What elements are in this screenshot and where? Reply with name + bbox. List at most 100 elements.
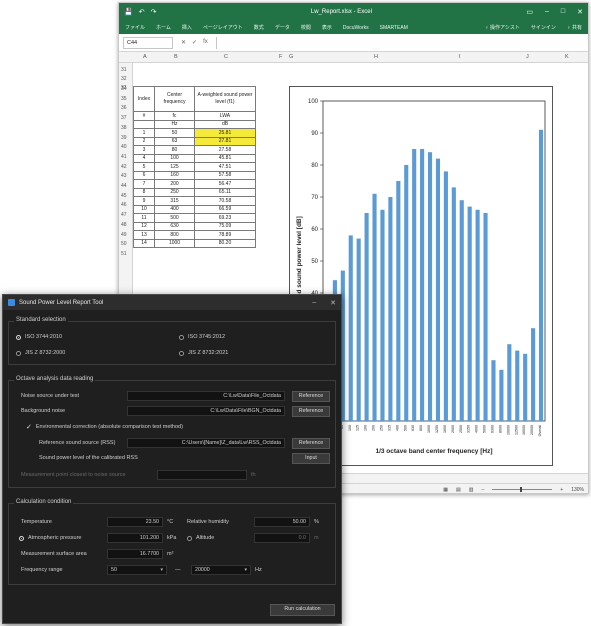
row-header[interactable]: 31	[121, 67, 127, 73]
row-header[interactable]: 49	[121, 232, 127, 238]
column-header[interactable]: C	[224, 54, 228, 60]
row-header[interactable]: 45	[121, 193, 127, 199]
row-header[interactable]: 34	[121, 86, 127, 92]
table-cell[interactable]: 10	[133, 204, 155, 214]
zoom-out-icon[interactable]: –	[482, 487, 485, 493]
background-noise-path-field[interactable]: C:\Lw\Data\File\BGN_Octdata	[127, 406, 285, 416]
table-cell[interactable]: 8	[133, 187, 155, 197]
tab-file[interactable]: ファイル	[125, 24, 145, 31]
table-cell[interactable]: 11	[133, 213, 155, 223]
header-cell[interactable]: A-weighted sound power level (f1)	[194, 86, 256, 112]
row-header[interactable]: 47	[121, 212, 127, 218]
tab-formulas[interactable]: 数式	[254, 24, 264, 31]
insert-function-icon[interactable]: fx	[203, 39, 208, 46]
pressure-field[interactable]: 101.200	[107, 533, 163, 543]
normal-view-icon[interactable]: ▦	[443, 487, 448, 493]
table-cell[interactable]: 57.58	[194, 170, 256, 180]
symbol-cell[interactable]: #	[133, 111, 155, 121]
row-header[interactable]: 38	[121, 125, 127, 131]
table-cell[interactable]: 12	[133, 221, 155, 231]
row-header[interactable]: 48	[121, 222, 127, 228]
table-cell[interactable]: 75.09	[194, 221, 256, 231]
page-layout-icon[interactable]: ▤	[456, 487, 461, 493]
row-header[interactable]: 39	[121, 135, 127, 141]
background-noise-reference-button[interactable]: Reference	[292, 406, 330, 417]
symbol-cell[interactable]: LWA	[194, 111, 256, 121]
table-cell[interactable]: 69.23	[194, 213, 256, 223]
row-header[interactable]: 41	[121, 154, 127, 160]
row-header[interactable]: 35	[121, 96, 127, 102]
save-icon[interactable]: 💾	[124, 8, 133, 16]
column-header[interactable]: F	[279, 54, 282, 60]
rss-path-field[interactable]: C:\Users\[Name]\Z_data\Lw\RSS_Octdata	[127, 438, 285, 448]
row-header[interactable]: 40	[121, 144, 127, 150]
table-cell[interactable]: 7	[133, 179, 155, 189]
table-cell[interactable]: 800	[154, 230, 195, 240]
row-header[interactable]: 36	[121, 105, 127, 111]
radio-jis-2021[interactable]: JIS Z 8732:2021	[179, 350, 228, 356]
table-cell[interactable]: 125	[154, 162, 195, 172]
tab-review[interactable]: 校閲	[301, 24, 311, 31]
table-cell[interactable]: 1000	[154, 238, 195, 248]
symbol-cell[interactable]: fc	[154, 111, 195, 121]
unit-cell[interactable]: Hz	[154, 119, 195, 129]
table-cell[interactable]: 80.20	[194, 238, 256, 248]
closest-point-select[interactable]	[157, 470, 247, 480]
formula-input[interactable]	[215, 36, 584, 49]
rss-reference-button[interactable]: Reference	[292, 438, 330, 449]
table-cell[interactable]: 250	[154, 187, 195, 197]
name-box[interactable]: C44	[123, 36, 173, 49]
radio-jis-2000[interactable]: JIS Z 8732:2000	[16, 350, 65, 356]
row-header[interactable]: 44	[121, 183, 127, 189]
table-cell[interactable]: 200	[154, 179, 195, 189]
tab-home[interactable]: ホーム	[156, 24, 171, 31]
minimize-button[interactable]: –	[312, 299, 316, 307]
header-cell[interactable]: Index	[133, 86, 155, 112]
env-correction-checkbox[interactable]: ✓ Environmental correction (absolute com…	[26, 423, 183, 431]
run-calculation-button[interactable]: Run calculation	[270, 604, 335, 616]
radio-altitude[interactable]: Altitude	[187, 535, 214, 541]
input-button[interactable]: Input	[292, 453, 330, 464]
close-button[interactable]: ✕	[577, 8, 583, 16]
table-cell[interactable]: 6	[133, 170, 155, 180]
tab-view[interactable]: 表示	[322, 24, 332, 31]
radio-iso-3745[interactable]: ISO 3745:2012	[179, 334, 225, 340]
table-cell[interactable]: 9	[133, 196, 155, 206]
radio-iso-3744[interactable]: ISO 3744:2010	[16, 334, 62, 340]
sign-in-link[interactable]: サインイン	[531, 24, 556, 31]
table-cell[interactable]: 630	[154, 221, 195, 231]
column-header[interactable]: J	[526, 54, 529, 60]
maximize-button[interactable]: □	[561, 8, 565, 16]
zoom-slider-knob[interactable]	[520, 487, 523, 492]
unit-cell[interactable]: dB	[194, 119, 256, 129]
table-cell[interactable]: 56.47	[194, 179, 256, 189]
temperature-field[interactable]: 23.50	[107, 517, 163, 527]
unit-cell[interactable]	[133, 119, 155, 129]
table-cell[interactable]: 160	[154, 170, 195, 180]
table-cell[interactable]: 400	[154, 204, 195, 214]
table-cell[interactable]: 78.89	[194, 230, 256, 240]
row-header[interactable]: 51	[121, 251, 127, 257]
column-header[interactable]: A	[143, 54, 147, 60]
table-cell[interactable]: 2	[133, 136, 155, 146]
table-cell[interactable]: 1	[133, 128, 155, 138]
zoom-slider[interactable]	[492, 487, 553, 492]
column-header[interactable]: H	[374, 54, 378, 60]
tab-docuworks[interactable]: DocuWorks	[343, 25, 369, 31]
table-cell[interactable]: 100	[154, 153, 195, 163]
tab-smarteam[interactable]: SMARTEAM	[380, 25, 408, 31]
header-cell[interactable]: Center frequency	[154, 86, 195, 112]
humidity-field[interactable]: 50.00	[254, 517, 310, 527]
table-cell[interactable]: 66.59	[194, 204, 256, 214]
row-header[interactable]: 46	[121, 202, 127, 208]
zoom-in-icon[interactable]: +	[560, 487, 563, 493]
table-cell[interactable]: 63	[154, 136, 195, 146]
table-cell[interactable]: 65.11	[194, 187, 256, 197]
close-button[interactable]: ✕	[330, 299, 336, 307]
tell-me-box[interactable]: ♀ 操作アシスト	[485, 24, 520, 31]
table-cell[interactable]: 50	[154, 128, 195, 138]
table-cell[interactable]: 45.81	[194, 153, 256, 163]
table-cell[interactable]: 25.81	[194, 128, 256, 138]
freq-from-select[interactable]: 50 ▾	[107, 565, 167, 575]
column-header[interactable]: K	[565, 54, 569, 60]
